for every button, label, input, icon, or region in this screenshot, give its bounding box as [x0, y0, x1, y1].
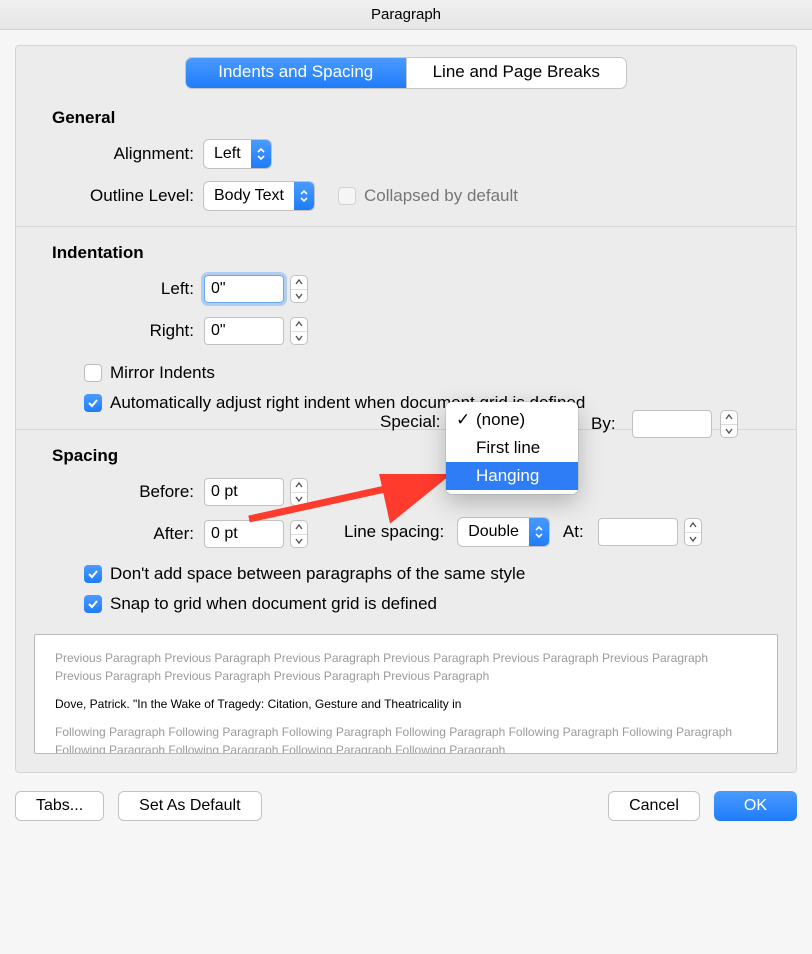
- ok-button[interactable]: OK: [714, 791, 797, 821]
- indentation-heading: Indentation: [52, 243, 778, 263]
- alignment-label: Alignment:: [34, 144, 204, 164]
- stepper-up-icon[interactable]: [721, 411, 737, 424]
- indent-right-stepper[interactable]: [290, 317, 308, 345]
- indent-right-input[interactable]: [204, 317, 284, 345]
- tabs-button[interactable]: Tabs...: [15, 791, 104, 821]
- outline-level-value: Body Text: [204, 182, 294, 210]
- after-input[interactable]: [204, 520, 284, 548]
- dont-add-space-checkbox[interactable]: Don't add space between paragraphs of th…: [84, 564, 778, 584]
- outline-level-label: Outline Level:: [34, 186, 204, 206]
- after-label: After:: [34, 524, 204, 544]
- checkbox-box: [84, 364, 102, 382]
- select-arrows-icon: [251, 140, 271, 168]
- stepper-up-icon[interactable]: [291, 276, 307, 289]
- outline-level-select[interactable]: Body Text: [204, 182, 314, 210]
- cancel-button[interactable]: Cancel: [608, 791, 700, 821]
- special-option-hanging[interactable]: Hanging: [446, 462, 578, 490]
- checkbox-box: [84, 565, 102, 583]
- preview-previous: Previous Paragraph Previous Paragraph Pr…: [55, 649, 757, 685]
- stepper-down-icon[interactable]: [685, 532, 701, 546]
- stepper-up-icon[interactable]: [685, 519, 701, 532]
- select-arrows-icon: [529, 518, 549, 546]
- at-label: At:: [563, 522, 592, 542]
- set-default-button[interactable]: Set As Default: [118, 791, 261, 821]
- special-dropdown-menu[interactable]: (none) First line Hanging: [446, 402, 578, 494]
- tab-indents-spacing[interactable]: Indents and Spacing: [186, 58, 406, 88]
- alignment-value: Left: [204, 140, 251, 168]
- stepper-down-icon[interactable]: [291, 492, 307, 506]
- checkbox-box: [84, 394, 102, 412]
- checkbox-box: [84, 595, 102, 613]
- stepper-down-icon[interactable]: [291, 331, 307, 345]
- stepper-down-icon[interactable]: [291, 534, 307, 548]
- before-stepper[interactable]: [290, 478, 308, 506]
- alignment-select[interactable]: Left: [204, 140, 271, 168]
- by-input[interactable]: [632, 410, 712, 438]
- tab-switcher: Indents and Spacing Line and Page Breaks: [186, 58, 626, 88]
- before-label: Before:: [34, 482, 204, 502]
- line-spacing-value: Double: [458, 518, 529, 546]
- indent-left-input[interactable]: [204, 275, 284, 303]
- window-title: Paragraph: [0, 0, 812, 30]
- by-stepper[interactable]: [720, 410, 738, 438]
- snap-to-grid-label: Snap to grid when document grid is defin…: [110, 594, 437, 614]
- stepper-up-icon[interactable]: [291, 479, 307, 492]
- at-input[interactable]: [598, 518, 678, 546]
- dialog-panel: Indents and Spacing Line and Page Breaks…: [15, 45, 797, 773]
- collapsed-checkbox: Collapsed by default: [338, 186, 518, 206]
- dont-add-space-label: Don't add space between paragraphs of th…: [110, 564, 525, 584]
- after-stepper[interactable]: [290, 520, 308, 548]
- stepper-up-icon[interactable]: [291, 318, 307, 331]
- preview-following: Following Paragraph Following Paragraph …: [55, 723, 757, 754]
- stepper-down-icon[interactable]: [721, 424, 737, 438]
- stepper-up-icon[interactable]: [291, 521, 307, 534]
- line-spacing-label: Line spacing:: [344, 522, 452, 542]
- tab-line-breaks[interactable]: Line and Page Breaks: [406, 58, 627, 88]
- indent-left-stepper[interactable]: [290, 275, 308, 303]
- by-label: By:: [591, 414, 624, 434]
- select-arrows-icon: [294, 182, 314, 210]
- before-input[interactable]: [204, 478, 284, 506]
- indent-left-label: Left:: [34, 279, 204, 299]
- general-heading: General: [52, 108, 778, 128]
- button-bar: Tabs... Set As Default Cancel OK: [15, 791, 797, 821]
- preview-pane: Previous Paragraph Previous Paragraph Pr…: [34, 634, 778, 754]
- snap-to-grid-checkbox[interactable]: Snap to grid when document grid is defin…: [84, 594, 778, 614]
- line-spacing-select[interactable]: Double: [458, 518, 549, 546]
- mirror-indents-label: Mirror Indents: [110, 363, 215, 383]
- indent-right-label: Right:: [34, 321, 204, 341]
- divider: [16, 226, 796, 227]
- collapsed-label: Collapsed by default: [364, 186, 518, 206]
- checkbox-box: [338, 187, 356, 205]
- special-option-none[interactable]: (none): [446, 406, 578, 434]
- spacing-heading: Spacing: [52, 446, 778, 466]
- mirror-indents-checkbox[interactable]: Mirror Indents: [84, 363, 778, 383]
- at-stepper[interactable]: [684, 518, 702, 546]
- special-option-first-line[interactable]: First line: [446, 434, 578, 462]
- stepper-down-icon[interactable]: [291, 289, 307, 303]
- special-label: Special:: [380, 412, 440, 432]
- preview-sample: Dove, Patrick. "In the Wake of Tragedy: …: [55, 695, 757, 713]
